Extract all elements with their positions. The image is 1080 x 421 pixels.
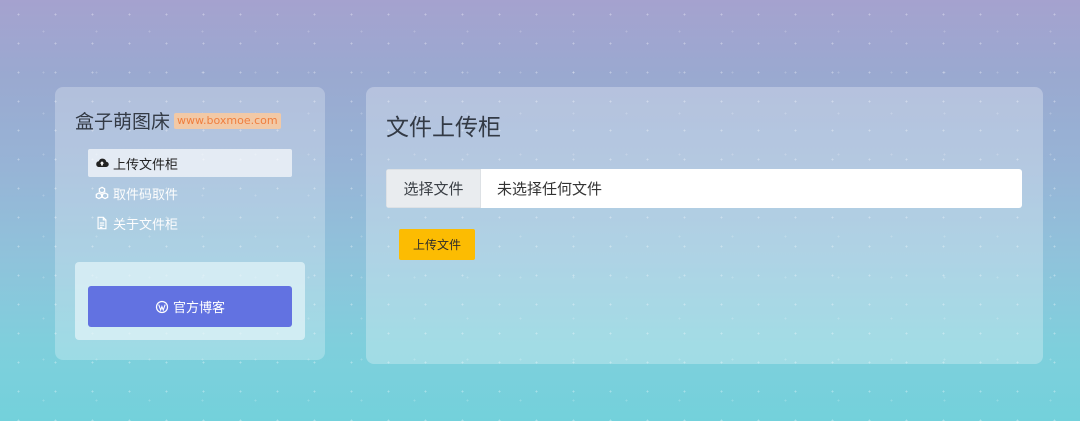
sidebar-item-label: 取件码取件 [113, 187, 179, 203]
sidebar-item-label: 关于文件柜 [113, 217, 179, 233]
sidebar-menu: 上传文件柜 取件码取件 关于文件柜 [88, 149, 292, 239]
sidebar-item-label: 上传文件柜 [113, 157, 179, 173]
page-title: 文件上传柜 [386, 115, 501, 141]
main-card: 文件上传柜 选择文件 未选择任何文件 上传文件 [366, 87, 1043, 364]
sidebar-item-upload[interactable]: 上传文件柜 [88, 149, 292, 177]
cubes-icon [95, 186, 109, 200]
cloud-upload-icon [95, 156, 109, 170]
file-text-icon [95, 216, 109, 230]
upload-file-button[interactable]: 上传文件 [399, 229, 475, 260]
sidebar-item-about[interactable]: 关于文件柜 [88, 209, 292, 237]
official-blog-button[interactable]: 官方博客 [88, 286, 292, 327]
brand-url-badge[interactable]: www.boxmoe.com [174, 112, 281, 129]
file-status-text[interactable]: 未选择任何文件 [481, 169, 1022, 208]
choose-file-button[interactable]: 选择文件 [386, 169, 481, 208]
brand-title: 盒子萌图床 [75, 111, 171, 133]
sidebar-card: 盒子萌图床 www.boxmoe.com 上传文件柜 取件码取件 关于文件柜 官… [55, 87, 325, 360]
official-blog-label: 官方博客 [172, 301, 225, 316]
file-input[interactable]: 选择文件 未选择任何文件 [386, 169, 1022, 208]
brand: 盒子萌图床 www.boxmoe.com [75, 107, 281, 134]
wordpress-icon [155, 300, 169, 314]
sidebar-item-pickup[interactable]: 取件码取件 [88, 179, 292, 207]
blog-panel: 官方博客 [75, 262, 305, 340]
